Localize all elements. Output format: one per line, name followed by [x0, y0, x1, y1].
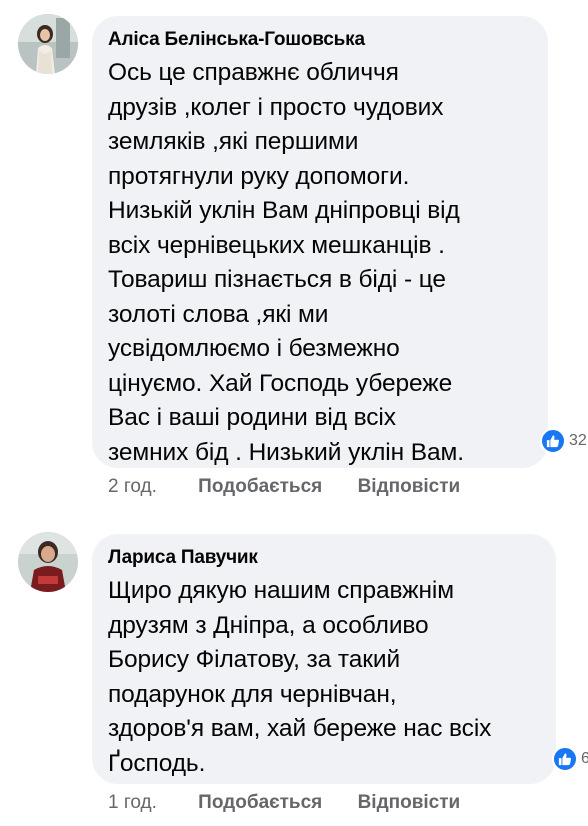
reaction-count: 6 [581, 750, 588, 767]
reply-button[interactable]: Відповісти [358, 792, 461, 814]
comment-timestamp[interactable]: 1 год. [108, 792, 157, 814]
comment-bubble: Лариса Павучик Щиро дякую нашим справжні… [92, 534, 556, 784]
comment-author[interactable]: Лариса Павучик [108, 546, 542, 570]
like-icon [552, 746, 578, 772]
avatar-photo [18, 532, 78, 592]
comment: Лариса Павучик Щиро дякую нашим справжні… [0, 0, 588, 826]
comment-text: Щиро дякую нашим справжнім друзям з Дніп… [108, 577, 492, 777]
like-button[interactable]: Подобається [198, 792, 322, 814]
avatar[interactable] [18, 532, 78, 592]
reaction-summary[interactable]: 6 [552, 746, 588, 772]
comment-actions: 1 год. Подобається Відповісти [108, 792, 460, 814]
